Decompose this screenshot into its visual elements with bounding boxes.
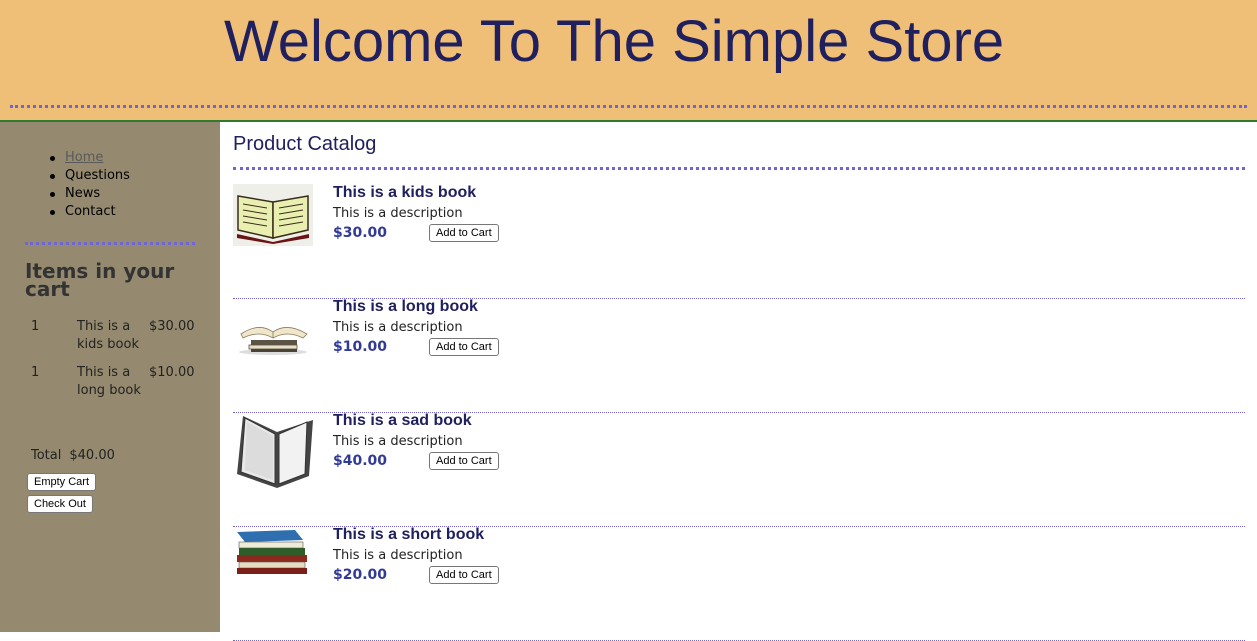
product-catalog: Product Catalog This is a kids book This… bbox=[233, 122, 1245, 641]
catalog-divider bbox=[233, 167, 1245, 170]
product-price: $30.00 bbox=[333, 225, 388, 241]
store-title: Welcome To The Simple Store bbox=[224, 9, 1005, 74]
product-title: This is a long book bbox=[333, 298, 478, 315]
bullet-icon bbox=[50, 192, 55, 197]
product-title: This is a short book bbox=[333, 526, 485, 543]
nav-link-news[interactable]: News bbox=[65, 186, 100, 201]
sidebar-divider bbox=[25, 242, 195, 245]
nav-menu: Home Questions News Contact bbox=[47, 149, 130, 221]
bullet-icon bbox=[50, 210, 55, 215]
cart-heading: Items in your cart bbox=[25, 259, 175, 301]
product-item: This is a short book This is a descripti… bbox=[233, 526, 1245, 641]
add-to-cart-button[interactable]: Add to Cart bbox=[429, 566, 499, 584]
product-price: $40.00 bbox=[333, 453, 388, 469]
page-body: Home Questions News Contact Items in you… bbox=[0, 122, 1257, 641]
cart-item-qty: 1 bbox=[31, 319, 40, 334]
cart-total: Total $40.00 bbox=[31, 448, 115, 463]
cart-total-label: Total bbox=[31, 448, 62, 463]
cart-row: 1 This is a kids book $30.00 bbox=[25, 318, 199, 354]
product-price: $10.00 bbox=[333, 339, 388, 355]
nav-item-news: News bbox=[47, 185, 130, 203]
add-to-cart-button[interactable]: Add to Cart bbox=[429, 338, 499, 356]
add-to-cart-button[interactable]: Add to Cart bbox=[429, 452, 499, 470]
book-on-stack-icon bbox=[239, 327, 308, 355]
cart-table: 1 This is a kids book $30.00 1 This is a… bbox=[25, 318, 199, 400]
bullet-icon bbox=[50, 156, 55, 161]
header-divider bbox=[10, 105, 1247, 108]
header-banner: Welcome To The Simple Store bbox=[0, 0, 1257, 122]
empty-cart-button[interactable]: Empty Cart bbox=[27, 473, 97, 491]
book-stack-icon bbox=[237, 530, 307, 574]
cart-item-name: This is a kids book bbox=[77, 319, 139, 352]
product-description: This is a description bbox=[333, 320, 463, 335]
nav-link-questions[interactable]: Questions bbox=[65, 168, 130, 183]
product-item: This is a sad book This is a description… bbox=[233, 412, 1245, 527]
white-open-book-icon bbox=[237, 416, 313, 488]
nav-link-contact[interactable]: Contact bbox=[65, 204, 116, 219]
cart-item-price: $30.00 bbox=[149, 319, 195, 334]
nav-link-home[interactable]: Home bbox=[65, 150, 103, 165]
cart-item-price: $10.00 bbox=[149, 365, 195, 380]
add-to-cart-button[interactable]: Add to Cart bbox=[429, 224, 499, 242]
cart-row: 1 This is a long book $10.00 bbox=[25, 364, 199, 400]
product-item: This is a long book This is a descriptio… bbox=[233, 298, 1245, 413]
product-price: $20.00 bbox=[333, 567, 388, 583]
product-description: This is a description bbox=[333, 548, 463, 563]
product-description: This is a description bbox=[333, 434, 463, 449]
open-book-icon bbox=[233, 184, 313, 246]
product-title: This is a sad book bbox=[333, 412, 472, 429]
product-title: This is a kids book bbox=[333, 184, 477, 201]
sidebar: Home Questions News Contact Items in you… bbox=[0, 122, 220, 632]
cart-item-qty: 1 bbox=[31, 365, 40, 380]
cart-item-name: This is a long book bbox=[77, 365, 141, 398]
product-description: This is a description bbox=[333, 206, 463, 221]
bullet-icon bbox=[50, 174, 55, 179]
check-out-button[interactable]: Check Out bbox=[27, 495, 93, 513]
cart-total-value: $40.00 bbox=[69, 448, 115, 463]
nav-item-contact: Contact bbox=[47, 203, 130, 221]
product-item: This is a kids book This is a descriptio… bbox=[233, 184, 1245, 299]
nav-item-home: Home bbox=[47, 149, 130, 167]
catalog-title: Product Catalog bbox=[233, 133, 377, 155]
nav-item-questions: Questions bbox=[47, 167, 130, 185]
